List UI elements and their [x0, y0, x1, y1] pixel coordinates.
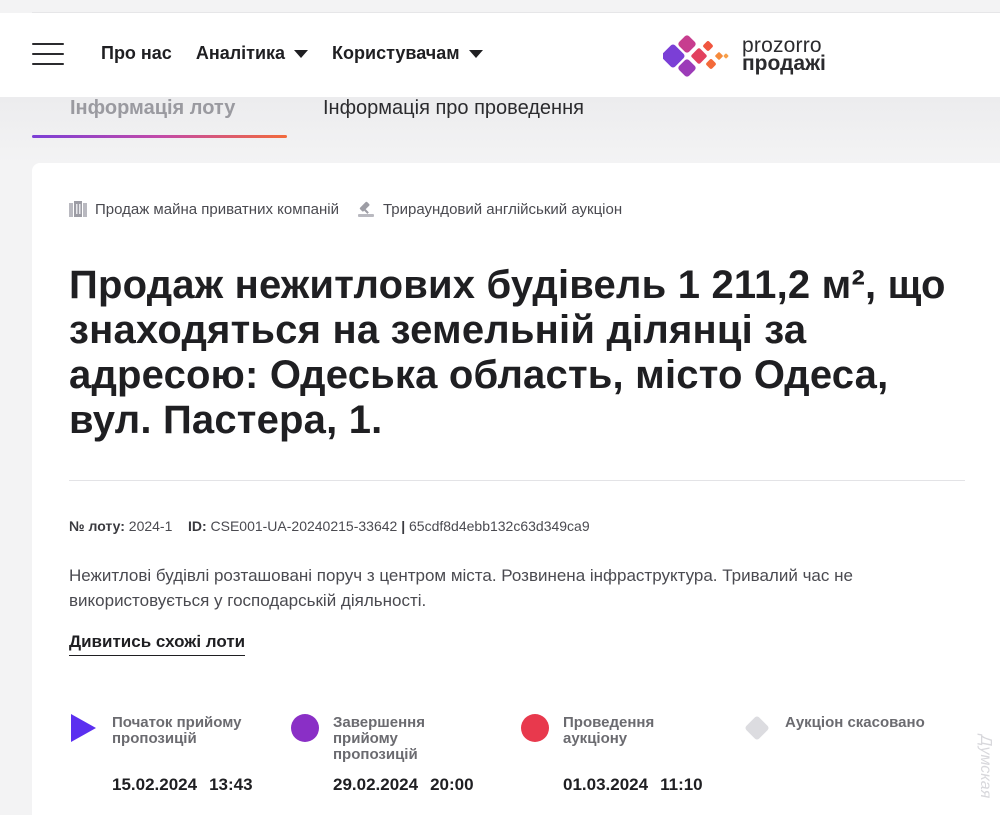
tag-category: Продаж майна приватних компаній	[69, 201, 339, 218]
diamond-icon	[745, 716, 769, 740]
site-header: Про нас Аналітика Користувачам prozorro …	[0, 13, 1000, 97]
prozorro-logo[interactable]: prozorro продажі	[663, 30, 853, 82]
lot-number: 2024-1	[128, 518, 173, 534]
play-icon	[71, 714, 96, 742]
tab-auction-info[interactable]: Інформація про проведення	[323, 97, 584, 120]
caret-down-icon	[294, 49, 309, 58]
nav-users[interactable]: Користувачам	[332, 43, 483, 64]
nav-about[interactable]: Про нас	[101, 43, 172, 64]
caret-down-icon	[468, 49, 483, 58]
logo-mark-icon	[663, 35, 729, 77]
circle-icon	[291, 714, 319, 742]
active-tab-indicator	[32, 135, 287, 138]
main-nav: Про нас Аналітика Користувачам	[101, 43, 507, 64]
tab-lot-info[interactable]: Інформація лоту	[70, 97, 235, 120]
watermark: Думская	[977, 735, 994, 799]
lot-meta: № лоту: 2024-1 ID: CSE001-UA-20240215-33…	[69, 518, 590, 534]
tag-auction-type: Трираундовий англійський аукціон	[357, 200, 622, 218]
building-icon	[69, 201, 87, 217]
lot-card: Продаж майна приватних компаній Трираунд…	[32, 163, 1000, 815]
nav-analytics[interactable]: Аналітика	[196, 43, 309, 64]
lot-description: Нежитлові будівлі розташовані поруч з це…	[69, 566, 853, 610]
tabs-bar: Інформація лоту Інформація про проведенн…	[0, 97, 1000, 163]
lot-title: Продаж нежитлових будівель 1 211,2 м², щ…	[69, 263, 946, 442]
gavel-icon	[357, 201, 374, 217]
lot-id: CSE001-UA-20240215-33642	[210, 518, 398, 534]
divider	[69, 480, 965, 481]
menu-icon[interactable]	[32, 43, 64, 65]
lot-tags: Продаж майна приватних компаній Трираунд…	[69, 200, 640, 218]
lot-hash: 65cdf8d4ebb132c63d349ca9	[409, 518, 590, 534]
circle-icon	[521, 714, 549, 742]
similar-lots-link[interactable]: Дивитись схожі лоти	[69, 632, 246, 656]
